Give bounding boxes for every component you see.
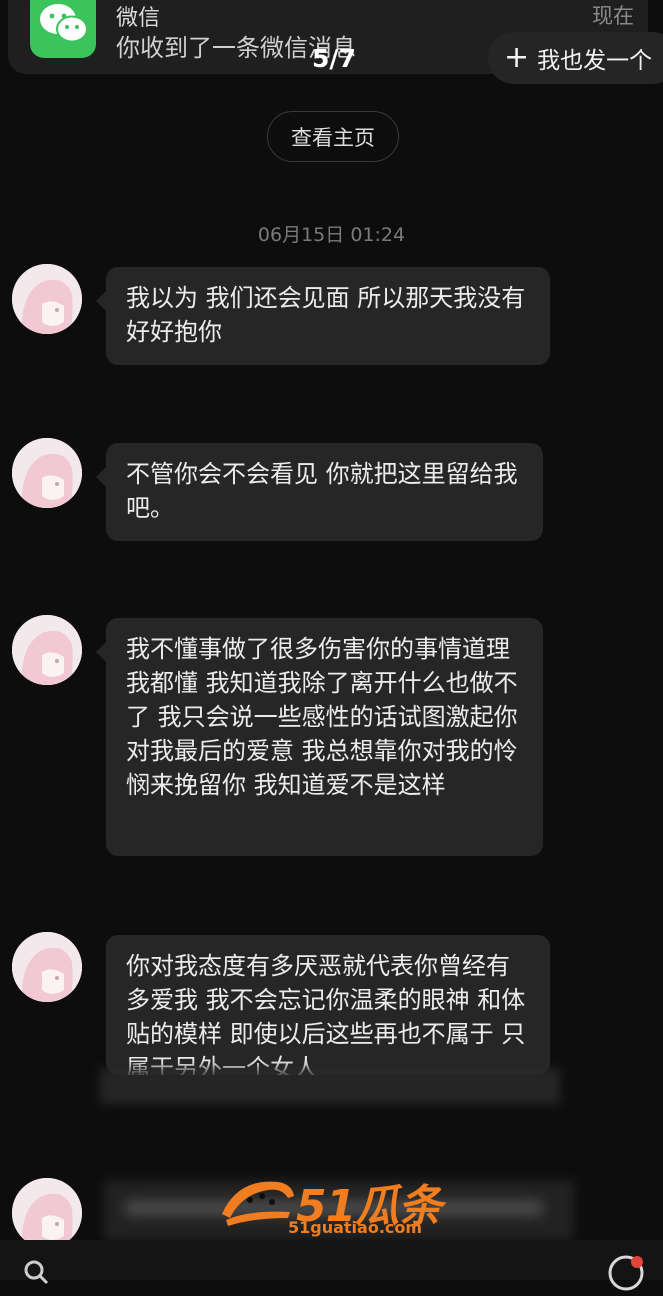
avatar[interactable] xyxy=(12,615,82,685)
page-counter: 5/7 xyxy=(312,44,356,73)
message-bubble[interactable]: 我不懂事做了很多伤害你的事情道理我都懂 我知道我除了离开什么也做不了 我只会说一… xyxy=(96,618,543,856)
avatar[interactable] xyxy=(12,264,82,334)
share-button[interactable]: + 我也发一个 xyxy=(488,32,663,84)
like-icon[interactable] xyxy=(607,1254,645,1292)
message-bubble[interactable]: 你对我态度有多厌恶就代表你曾经有多爱我 我不会忘记你温柔的眼神 和体贴的模样 即… xyxy=(106,935,550,1075)
chat-timestamp: 06月15日 01:24 xyxy=(257,224,406,246)
wechat-icon xyxy=(30,0,96,58)
view-profile-button[interactable]: 查看主页 xyxy=(267,111,399,162)
plus-icon: + xyxy=(504,40,530,75)
message-bubble[interactable]: 我以为 我们还会见面 所以那天我没有好好抱你 xyxy=(96,267,550,365)
watermark-logo: 51瓜条 51guatiao.com xyxy=(218,1166,448,1244)
message-bubble[interactable]: 不管你会不会看见 你就把这里留给我吧。 xyxy=(96,443,543,541)
contact-name-partial: 一一一一 xyxy=(280,74,376,98)
watermark-url: 51guatiao.com xyxy=(288,1218,423,1237)
avatar[interactable] xyxy=(12,932,82,1002)
share-button-label: 我也发一个 xyxy=(537,48,653,74)
avatar[interactable] xyxy=(12,438,82,508)
bottom-bar xyxy=(0,1240,663,1291)
notification-time: 现在 xyxy=(592,4,634,28)
search-icon[interactable] xyxy=(22,1258,50,1286)
blurred-region xyxy=(100,1068,560,1104)
avatar[interactable] xyxy=(12,1178,82,1248)
